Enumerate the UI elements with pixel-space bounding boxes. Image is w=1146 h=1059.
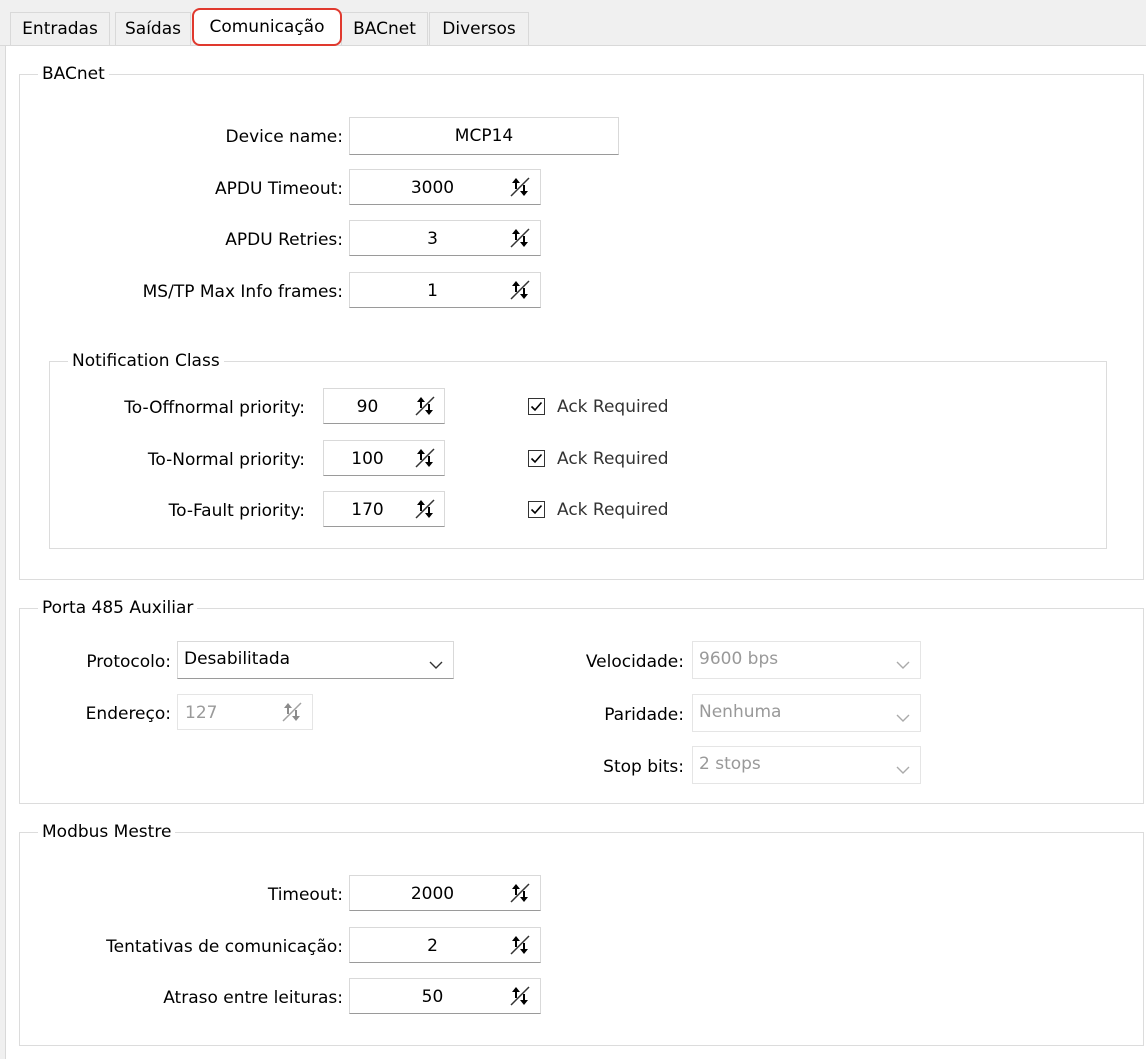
paridade-select[interactable]: Nenhuma (692, 694, 921, 732)
tab-entradas[interactable]: Entradas (10, 12, 110, 45)
paridade-label: Paridade: (604, 705, 684, 725)
to-fault-value: 170 (351, 500, 384, 520)
to-normal-value: 100 (351, 449, 384, 469)
paridade-value: Nenhuma (699, 702, 782, 722)
to-fault-label: To-Fault priority: (168, 501, 305, 521)
atraso-value: 50 (421, 987, 444, 1007)
endereco-value: 127 (185, 703, 218, 723)
chevron-down-icon (896, 707, 910, 727)
spin-arrows-icon[interactable] (509, 934, 531, 956)
ack-checkbox[interactable] (528, 398, 545, 415)
apdu-retries-label: APDU Retries: (225, 230, 343, 250)
velocidade-label: Velocidade: (585, 652, 684, 672)
apdu-timeout-label: APDU Timeout: (215, 179, 343, 199)
notification-class-title: Notification Class (68, 351, 224, 371)
ack-label: Ack Required (557, 449, 669, 469)
device-name-label: Device name: (225, 127, 343, 147)
protocolo-label: Protocolo: (86, 652, 171, 672)
spin-arrows-icon[interactable] (509, 176, 531, 198)
endereco-label: Endereço: (85, 704, 171, 724)
velocidade-value: 9600 bps (699, 649, 779, 669)
to-offnormal-value: 90 (356, 397, 379, 417)
tab-comunicacao[interactable]: Comunicação (192, 8, 342, 46)
tentativas-value: 2 (427, 936, 438, 956)
tab-bacnet[interactable]: BACnet (341, 12, 428, 45)
tab-label: Comunicação (209, 17, 325, 37)
spin-arrows-icon[interactable] (414, 395, 436, 417)
stopbits-label: Stop bits: (603, 757, 684, 777)
tab-bar: Entradas Saídas Comunicação BACnet Diver… (0, 0, 1146, 46)
stopbits-select[interactable]: 2 stops (692, 746, 921, 784)
ack-checkbox[interactable] (528, 501, 545, 518)
mstp-label: MS/TP Max Info frames: (142, 282, 343, 302)
timeout-value: 2000 (410, 884, 455, 904)
mstp-value: 1 (427, 281, 438, 301)
modbus-group-title: Modbus Mestre (38, 822, 176, 842)
apdu-timeout-value: 3000 (410, 178, 455, 198)
velocidade-select[interactable]: 9600 bps (692, 641, 921, 679)
tab-label: Diversos (442, 19, 516, 39)
chevron-down-icon (429, 654, 443, 674)
to-offnormal-label: To-Offnormal priority: (124, 398, 305, 418)
bacnet-group-title: BACnet (38, 64, 109, 84)
tab-saidas[interactable]: Saídas (115, 12, 191, 45)
ack-label: Ack Required (557, 500, 669, 520)
apdu-retries-value: 3 (427, 229, 438, 249)
spin-arrows-icon[interactable] (281, 701, 303, 723)
protocolo-value: Desabilitada (184, 649, 291, 669)
protocolo-select[interactable]: Desabilitada (177, 641, 454, 679)
to-normal-label: To-Normal priority: (147, 450, 305, 470)
chevron-down-icon (896, 654, 910, 674)
tab-label: Saídas (125, 19, 181, 39)
atraso-label: Atraso entre leituras: (163, 988, 343, 1008)
porta485-group-title: Porta 485 Auxiliar (38, 598, 198, 618)
spin-arrows-icon[interactable] (414, 447, 436, 469)
stopbits-value: 2 stops (699, 754, 761, 774)
spin-arrows-icon[interactable] (509, 985, 531, 1007)
tab-label: Entradas (22, 19, 98, 39)
tentativas-label: Tentativas de comunicação: (106, 937, 343, 957)
spin-arrows-icon[interactable] (509, 279, 531, 301)
device-name-input[interactable]: MCP14 (349, 117, 619, 155)
ack-checkbox[interactable] (528, 450, 545, 467)
timeout-label: Timeout: (267, 885, 343, 905)
chevron-down-icon (896, 759, 910, 779)
ack-label: Ack Required (557, 397, 669, 417)
tab-diversos[interactable]: Diversos (429, 12, 529, 45)
spin-arrows-icon[interactable] (414, 498, 436, 520)
spin-arrows-icon[interactable] (509, 882, 531, 904)
tab-label: BACnet (353, 19, 416, 39)
device-name-value: MCP14 (454, 126, 514, 146)
spin-arrows-icon[interactable] (509, 227, 531, 249)
